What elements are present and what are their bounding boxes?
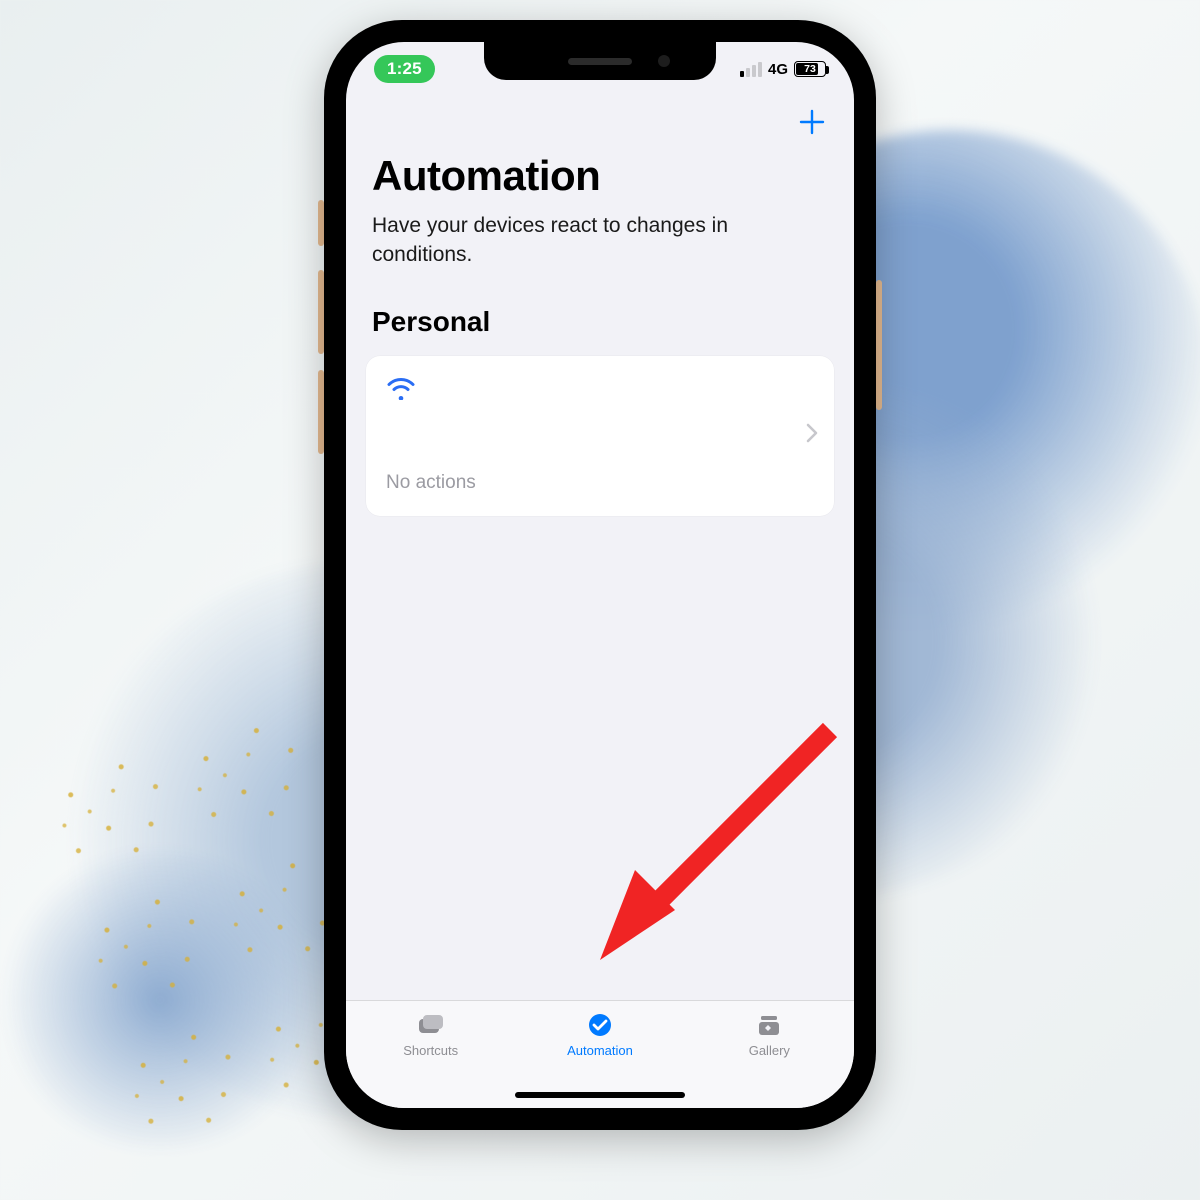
speaker-grille xyxy=(568,58,632,65)
battery-percent: 73 xyxy=(804,63,816,75)
automation-card[interactable]: No actions xyxy=(366,356,834,516)
status-right-cluster: 4G 73 xyxy=(740,61,826,78)
add-automation-button[interactable] xyxy=(792,100,832,148)
phone-mockup: 1:25 4G 73 xyxy=(324,20,876,1130)
screen: 1:25 4G 73 xyxy=(346,42,854,1108)
tab-shortcuts[interactable]: Shortcuts xyxy=(346,1011,515,1058)
plus-icon xyxy=(798,108,826,136)
gallery-icon xyxy=(754,1011,784,1039)
status-time-pill: 1:25 xyxy=(374,55,435,83)
wifi-icon xyxy=(386,376,416,400)
title-block: Automation Have your devices react to ch… xyxy=(346,152,854,338)
nav-bar xyxy=(346,96,854,152)
cellular-signal-icon xyxy=(740,62,762,77)
tab-label: Gallery xyxy=(749,1043,790,1058)
shortcuts-icon xyxy=(416,1011,446,1039)
home-indicator[interactable] xyxy=(515,1092,685,1098)
phone-side-button xyxy=(876,280,882,410)
automation-icon xyxy=(585,1011,615,1039)
notch xyxy=(484,42,716,80)
tab-label: Automation xyxy=(567,1043,633,1058)
network-label: 4G xyxy=(768,61,788,78)
front-camera xyxy=(658,55,670,67)
battery-icon: 73 xyxy=(794,61,826,77)
page-title: Automation xyxy=(372,152,828,200)
chevron-right-icon xyxy=(806,423,818,449)
tab-gallery[interactable]: Gallery xyxy=(685,1011,854,1058)
phone-frame: 1:25 4G 73 xyxy=(324,20,876,1130)
tab-automation[interactable]: Automation xyxy=(515,1011,684,1058)
tab-bar: Shortcuts Automation xyxy=(346,1000,854,1108)
page-subtitle: Have your devices react to changes in co… xyxy=(372,212,801,270)
automation-card-subtitle: No actions xyxy=(386,472,814,494)
tab-label: Shortcuts xyxy=(403,1043,458,1058)
section-personal-header: Personal xyxy=(372,306,828,338)
